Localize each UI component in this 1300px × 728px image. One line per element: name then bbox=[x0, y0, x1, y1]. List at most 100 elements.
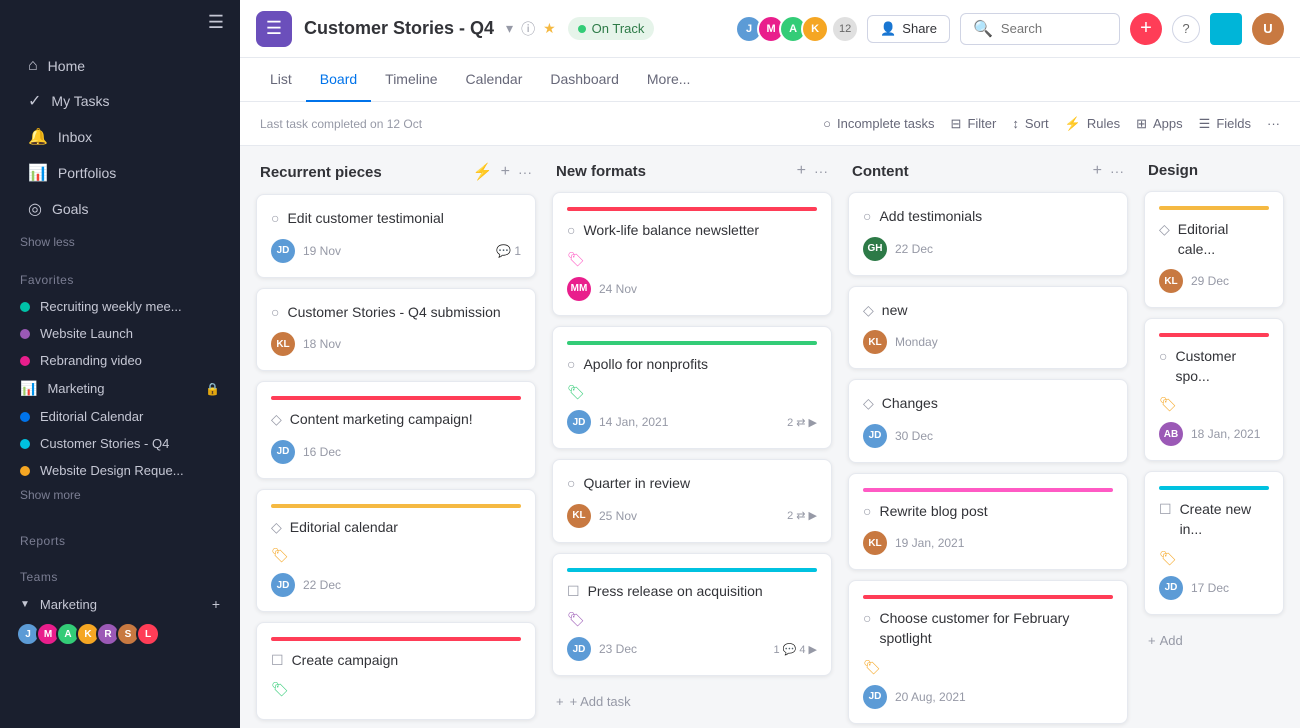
user-avatar[interactable]: U bbox=[1252, 13, 1284, 45]
card-title: Editorial cale... bbox=[1178, 220, 1269, 259]
chart-icon: 📊 bbox=[28, 163, 48, 183]
sidebar-item-website-launch[interactable]: Website Launch bbox=[0, 320, 240, 347]
header-right: J M A K 12 👤 Share 🔍 + ? U bbox=[735, 13, 1284, 45]
sidebar-item-website-design[interactable]: Website Design Reque... bbox=[0, 457, 240, 484]
show-more-button[interactable]: Show more bbox=[0, 484, 240, 510]
apps-label: Apps bbox=[1153, 116, 1183, 131]
tag-icon: 🏷 bbox=[271, 547, 289, 563]
favorite-label: Editorial Calendar bbox=[40, 409, 143, 424]
sidebar-item-editorial-calendar[interactable]: Editorial Calendar bbox=[0, 403, 240, 430]
tab-dashboard[interactable]: Dashboard bbox=[536, 58, 633, 102]
favorite-label: Recruiting weekly mee... bbox=[40, 299, 182, 314]
incomplete-tasks-button[interactable]: ○ Incomplete tasks bbox=[823, 116, 934, 131]
card-title: Work-life balance newsletter bbox=[583, 221, 759, 241]
tab-list[interactable]: List bbox=[256, 58, 306, 102]
sidebar-item-my-tasks[interactable]: ✓ My Tasks bbox=[8, 83, 232, 119]
menu-icon[interactable]: ☰ bbox=[208, 12, 224, 33]
dot-icon bbox=[20, 466, 30, 476]
card-date: 22 Dec bbox=[895, 242, 1113, 256]
card-accent bbox=[863, 595, 1113, 599]
tab-more[interactable]: More... bbox=[633, 58, 705, 102]
card-accent bbox=[1159, 206, 1269, 210]
tab-board[interactable]: Board bbox=[306, 58, 371, 102]
column-add-button[interactable]: + bbox=[797, 162, 806, 180]
info-icon[interactable]: ⓘ bbox=[521, 19, 535, 39]
chevron-icon: ▼ bbox=[20, 599, 30, 610]
toolbar-info: Last task completed on 12 Oct bbox=[260, 117, 422, 131]
sidebar-item-goals[interactable]: ◎ Goals bbox=[8, 191, 232, 227]
sidebar-item-inbox[interactable]: 🔔 Inbox bbox=[8, 119, 232, 155]
fields-button[interactable]: ☰ Fields bbox=[1199, 116, 1251, 132]
plus-icon: + bbox=[1148, 633, 1156, 648]
card-title: Customer Stories - Q4 submission bbox=[287, 303, 500, 323]
show-less-button[interactable]: Show less bbox=[0, 231, 240, 257]
sidebar-item-portfolios[interactable]: 📊 Portfolios bbox=[8, 155, 232, 191]
sidebar-item-marketing[interactable]: 📊 Marketing 🔒 bbox=[0, 374, 240, 403]
avatar: JD bbox=[1159, 576, 1183, 600]
add-column-button[interactable]: + Add bbox=[1144, 625, 1284, 656]
card-accent bbox=[567, 568, 817, 572]
share-button[interactable]: 👤 Share bbox=[867, 15, 950, 43]
rules-button[interactable]: ⚡ Rules bbox=[1065, 116, 1120, 132]
card-title-row: ◇ Content marketing campaign! bbox=[271, 410, 521, 430]
sidebar-item-customer-stories[interactable]: Customer Stories - Q4 bbox=[0, 430, 240, 457]
card-title: Changes bbox=[882, 394, 938, 414]
sidebar-item-recruiting[interactable]: Recruiting weekly mee... bbox=[0, 293, 240, 320]
tag-icon: 🏷 bbox=[567, 611, 585, 627]
avatar: MM bbox=[567, 277, 591, 301]
share-label: Share bbox=[902, 21, 937, 36]
column-more-button[interactable]: ··· bbox=[518, 164, 532, 180]
card-accent bbox=[863, 488, 1113, 492]
tab-calendar[interactable]: Calendar bbox=[452, 58, 537, 102]
more-options-button[interactable]: ··· bbox=[1267, 116, 1280, 131]
column-header-new-formats: New formats + ··· bbox=[552, 162, 832, 192]
card-accent bbox=[1159, 486, 1269, 490]
card-footer: JD 17 Dec bbox=[1159, 576, 1269, 600]
circle-icon: ○ bbox=[567, 475, 575, 491]
avatar: JD bbox=[863, 685, 887, 709]
circle-icon: ○ bbox=[567, 222, 575, 238]
sidebar-item-home[interactable]: ⌂ Home bbox=[8, 49, 232, 83]
avatar: K bbox=[801, 15, 829, 43]
search-box[interactable]: 🔍 bbox=[960, 13, 1120, 45]
card-title-row: ◇ Editorial cale... bbox=[1159, 220, 1269, 259]
card-title: Choose customer for February spotlight bbox=[879, 609, 1113, 648]
star-icon[interactable]: ★ bbox=[543, 20, 556, 37]
toolbar: Last task completed on 12 Oct ○ Incomple… bbox=[240, 102, 1300, 146]
card-date: Monday bbox=[895, 335, 1113, 349]
sidebar-item-rebranding[interactable]: Rebranding video bbox=[0, 347, 240, 374]
card-footer: JD 22 Dec bbox=[271, 573, 521, 597]
add-column-label: Add bbox=[1160, 633, 1183, 648]
goals-icon: ◎ bbox=[28, 199, 42, 219]
column-add-button[interactable]: + bbox=[1093, 162, 1102, 180]
filter-button[interactable]: ⊟ Filter bbox=[951, 116, 997, 132]
add-task-button[interactable]: + + Add task bbox=[552, 686, 832, 717]
column-more-button[interactable]: ··· bbox=[1110, 163, 1124, 179]
tab-timeline[interactable]: Timeline bbox=[371, 58, 451, 102]
card-footer: KL 25 Nov 2 ⇄ ▶ bbox=[567, 504, 817, 528]
column-title-new-formats: New formats bbox=[556, 163, 789, 180]
add-team-icon[interactable]: + bbox=[212, 596, 220, 612]
card-date: 22 Dec bbox=[303, 578, 521, 592]
search-input[interactable] bbox=[1001, 21, 1107, 36]
circle-icon: ○ bbox=[271, 210, 279, 226]
card-title: Quarter in review bbox=[583, 474, 690, 494]
card-q4-submission: ○ Customer Stories - Q4 submission KL 18… bbox=[256, 288, 536, 372]
app-icon: ☰ bbox=[256, 11, 292, 47]
apps-button[interactable]: ⊞ Apps bbox=[1136, 116, 1183, 132]
add-button[interactable]: + bbox=[1130, 13, 1162, 45]
sort-button[interactable]: ↕ Sort bbox=[1012, 116, 1048, 131]
card-title-row: ○ Choose customer for February spotlight bbox=[863, 609, 1113, 648]
sub-icons: 1 💬 4 ▶ bbox=[773, 643, 817, 656]
avatar: KL bbox=[1159, 269, 1183, 293]
help-button[interactable]: ? bbox=[1172, 15, 1200, 43]
card-date: 18 Jan, 2021 bbox=[1191, 427, 1269, 441]
column-more-button[interactable]: ··· bbox=[814, 163, 828, 179]
card-meta: 2 ⇄ ▶ bbox=[787, 509, 817, 522]
sidebar-item-marketing-team[interactable]: ▼ Marketing + bbox=[0, 590, 240, 618]
chevron-down-icon[interactable]: ▾ bbox=[506, 20, 513, 37]
card-changes: ◇ Changes JD 30 Dec bbox=[848, 379, 1128, 463]
column-new-formats: New formats + ··· ○ Work-life balance ne… bbox=[552, 162, 832, 717]
column-add-button[interactable]: + bbox=[501, 163, 510, 181]
card-work-life-newsletter: ○ Work-life balance newsletter 🏷 MM 24 N… bbox=[552, 192, 832, 316]
